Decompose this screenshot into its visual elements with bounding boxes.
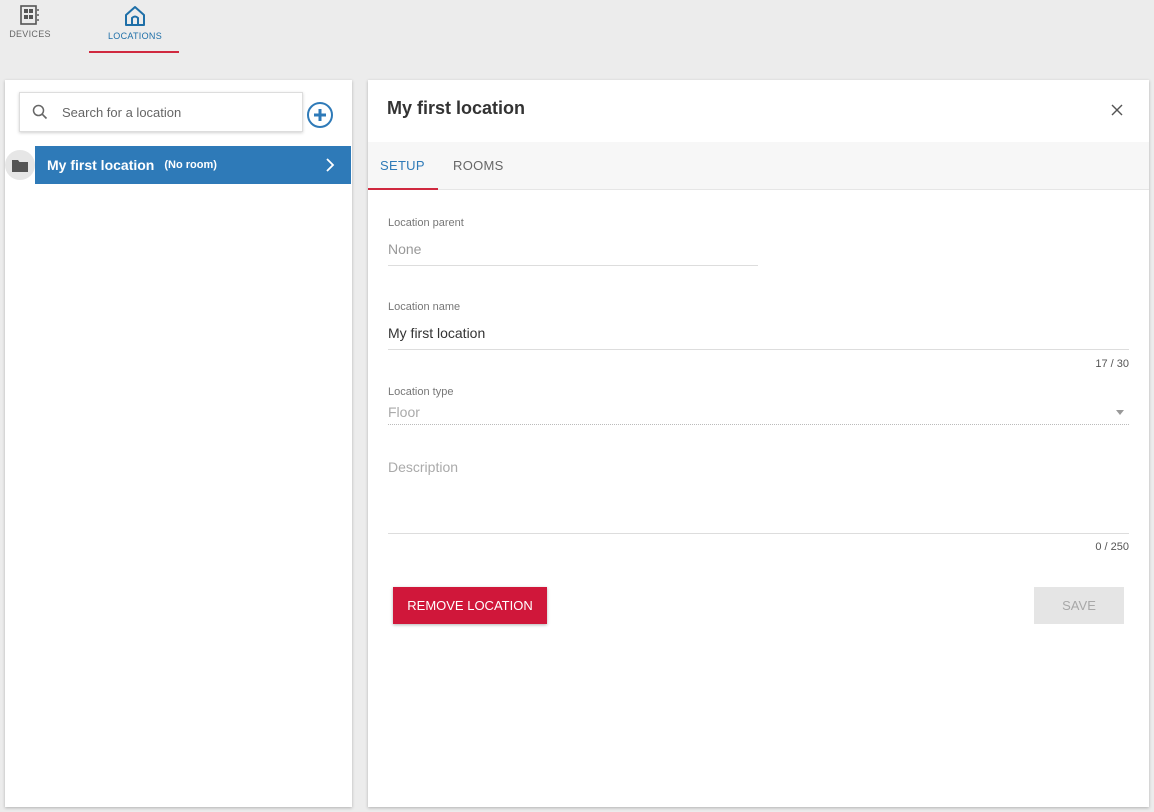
nav-devices-label: DEVICES xyxy=(9,29,51,39)
location-item-name: My first location xyxy=(47,157,155,173)
location-parent-value[interactable]: None xyxy=(388,241,421,257)
add-location-icon[interactable] xyxy=(306,101,334,129)
location-list-item[interactable]: My first location (No room) xyxy=(5,146,352,184)
folder-icon xyxy=(12,159,28,172)
search-input[interactable] xyxy=(62,104,262,120)
description-counter: 0 / 250 xyxy=(1095,541,1129,553)
active-nav-indicator xyxy=(89,51,179,53)
save-button[interactable]: SAVE xyxy=(1034,587,1124,624)
location-item-selected[interactable]: My first location (No room) xyxy=(35,146,351,184)
description-underline xyxy=(388,533,1129,534)
location-name-underline xyxy=(388,349,1129,350)
dropdown-arrow-icon[interactable] xyxy=(1116,410,1124,415)
detail-title: My first location xyxy=(387,98,526,118)
devices-icon xyxy=(20,5,39,25)
remove-location-button[interactable]: REMOVE LOCATION xyxy=(393,587,547,624)
location-type-label: Location type xyxy=(388,386,454,398)
top-navigation: DEVICES LOCATIONS xyxy=(0,0,1154,78)
tab-setup[interactable]: SETUP xyxy=(380,158,425,173)
location-item-rooms: (No room) xyxy=(164,159,217,171)
location-name-label: Location name xyxy=(388,301,461,313)
nav-locations-label: LOCATIONS xyxy=(107,31,163,41)
location-detail-panel: My first location SETUP ROOMS Location p… xyxy=(368,80,1149,807)
close-icon[interactable] xyxy=(1109,102,1125,118)
nav-devices[interactable]: DEVICES xyxy=(9,4,51,39)
location-parent-underline xyxy=(388,265,758,266)
location-type-underline xyxy=(388,424,1129,425)
search-icon xyxy=(32,104,48,120)
location-type-select[interactable]: Floor xyxy=(388,404,420,420)
search-box xyxy=(19,92,303,132)
description-textarea[interactable]: Description xyxy=(388,459,458,475)
active-tab-indicator xyxy=(368,188,438,190)
home-icon xyxy=(125,6,145,26)
location-name-counter: 17 / 30 xyxy=(1095,358,1129,370)
location-name-input[interactable]: My first location xyxy=(388,325,485,341)
locations-sidebar: My first location (No room) xyxy=(5,80,352,807)
chevron-right-icon xyxy=(326,158,335,172)
folder-icon-container xyxy=(5,150,35,180)
detail-tabs: SETUP ROOMS xyxy=(368,142,1149,190)
location-parent-label: Location parent xyxy=(388,217,464,229)
nav-locations[interactable]: LOCATIONS xyxy=(92,4,178,41)
tab-rooms[interactable]: ROOMS xyxy=(453,158,504,173)
